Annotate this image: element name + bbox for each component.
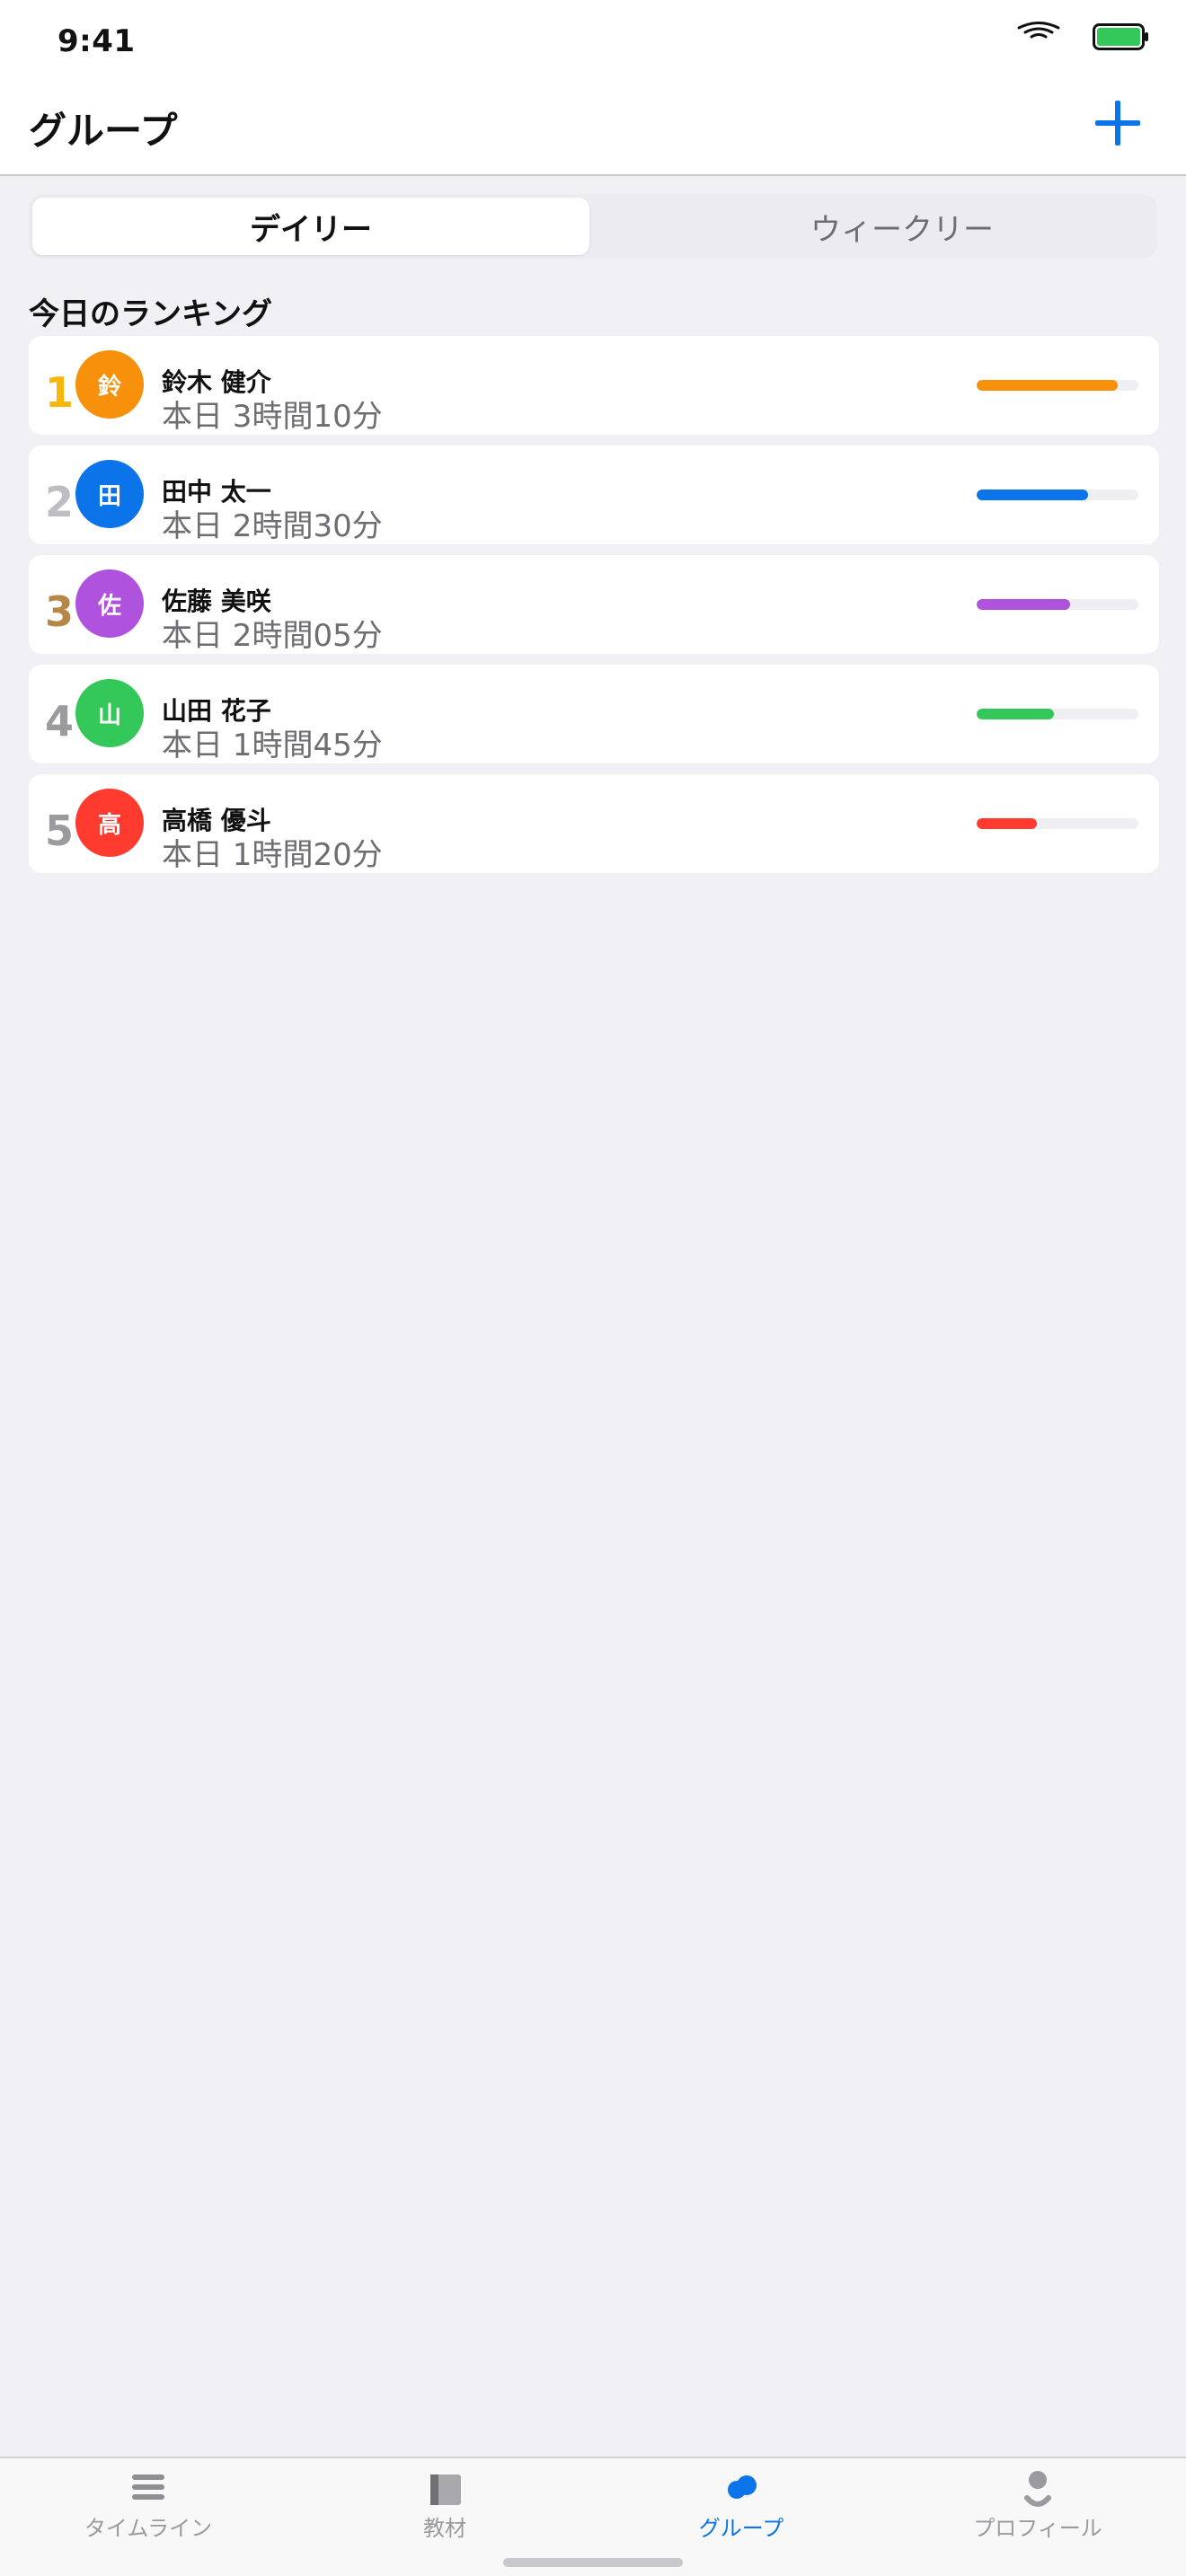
segment-daily[interactable]: デイリー bbox=[32, 198, 589, 255]
study-time: 本日 3時間10分 bbox=[162, 399, 383, 435]
tab-label: 教材 bbox=[423, 2516, 466, 2541]
progress-fill bbox=[977, 380, 1118, 391]
ranking-period-segmented-control: デイリー ウィークリー bbox=[29, 194, 1157, 259]
avatar: 佐 bbox=[75, 569, 144, 638]
progress-bar bbox=[977, 380, 1138, 391]
ranking-list: 1 鈴 鈴木 健介 本日 3時間10分 2 田 田中 太一 本日 2時間30分 … bbox=[29, 336, 1159, 884]
ranking-row[interactable]: 3 佐 佐藤 美咲 本日 2時間05分 bbox=[29, 555, 1159, 654]
progress-fill bbox=[977, 490, 1089, 500]
rank-number: 2 bbox=[45, 478, 75, 526]
ranking-row[interactable]: 4 山 山田 花子 本日 1時間45分 bbox=[29, 665, 1159, 763]
tab-materials[interactable]: 教材 bbox=[296, 2458, 593, 2548]
book-icon bbox=[430, 2475, 461, 2505]
rank-number: 3 bbox=[45, 587, 75, 636]
study-time: 本日 1時間45分 bbox=[162, 728, 383, 763]
segment-weekly[interactable]: ウィークリー bbox=[624, 198, 1181, 255]
progress-bar bbox=[977, 490, 1138, 500]
progress-fill bbox=[977, 818, 1037, 829]
tab-label: タイムライン bbox=[84, 2516, 213, 2541]
study-time: 本日 1時間20分 bbox=[162, 837, 383, 873]
home-indicator bbox=[503, 2558, 683, 2567]
study-time: 本日 2時間05分 bbox=[162, 618, 383, 654]
avatar: 鈴 bbox=[75, 350, 144, 419]
tab-label: グループ bbox=[698, 2516, 784, 2541]
tab-timeline[interactable]: タイムライン bbox=[0, 2458, 296, 2548]
ranking-row[interactable]: 1 鈴 鈴木 健介 本日 3時間10分 bbox=[29, 336, 1159, 435]
avatar: 田 bbox=[75, 460, 144, 528]
wifi-icon bbox=[1017, 22, 1060, 39]
rank-number: 1 bbox=[45, 368, 75, 417]
battery-icon bbox=[1093, 23, 1148, 50]
progress-fill bbox=[977, 599, 1071, 610]
list-icon bbox=[132, 2475, 164, 2500]
nav-bar: グループ bbox=[0, 81, 1186, 176]
tab-group[interactable]: グループ bbox=[593, 2458, 890, 2548]
status-bar: 9:41 bbox=[0, 0, 1186, 81]
ranking-row[interactable]: 2 田 田中 太一 本日 2時間30分 bbox=[29, 446, 1159, 544]
group-icon bbox=[728, 2475, 757, 2499]
person-icon bbox=[1024, 2471, 1051, 2507]
page-title: グループ bbox=[29, 109, 178, 153]
tab-label: プロフィール bbox=[973, 2516, 1102, 2541]
rank-number: 5 bbox=[45, 807, 75, 855]
rank-number: 4 bbox=[45, 697, 75, 745]
study-time: 本日 2時間30分 bbox=[162, 508, 383, 544]
section-title: 今日のランキング bbox=[29, 296, 272, 332]
status-time: 9:41 bbox=[58, 23, 136, 59]
progress-bar bbox=[977, 709, 1138, 719]
ranking-row[interactable]: 5 高 高橋 優斗 本日 1時間20分 bbox=[29, 774, 1159, 873]
avatar: 山 bbox=[75, 679, 144, 747]
progress-fill bbox=[977, 709, 1055, 719]
progress-bar bbox=[977, 599, 1138, 610]
progress-bar bbox=[977, 818, 1138, 829]
add-group-button[interactable] bbox=[1089, 92, 1146, 154]
avatar: 高 bbox=[75, 789, 144, 857]
plus-icon bbox=[1095, 101, 1140, 146]
tab-profile[interactable]: プロフィール bbox=[890, 2458, 1186, 2548]
